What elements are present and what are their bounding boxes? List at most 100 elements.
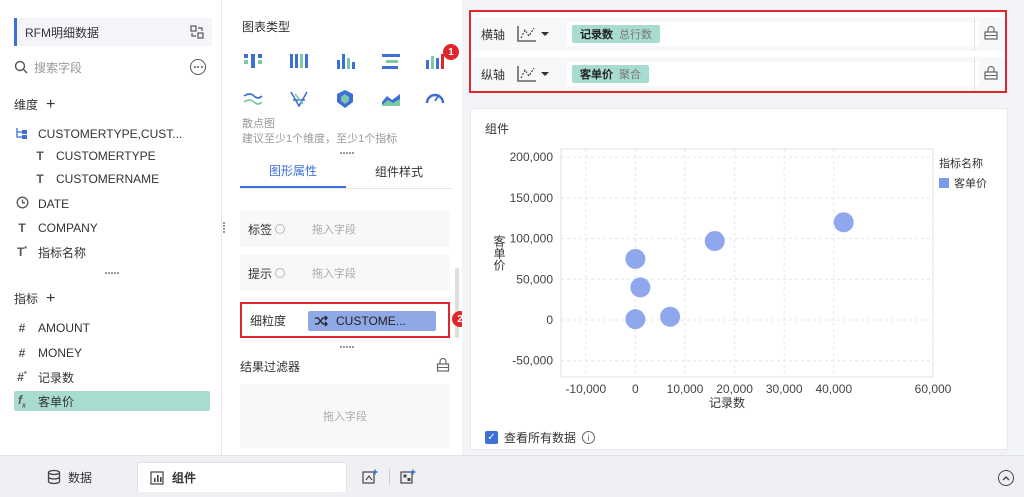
axis-settings-icon[interactable] <box>983 66 999 80</box>
switch-dataset-icon[interactable] <box>190 25 204 39</box>
more-options-icon[interactable] <box>190 59 206 75</box>
field-label: CUSTOMERNAME <box>56 172 160 186</box>
tab-graphic-properties[interactable]: 图形属性 <box>240 155 346 188</box>
field-label: CUSTOMERTYPE <box>56 149 156 163</box>
x-axis-drop-zone[interactable]: 记录数 总行数 <box>567 22 979 46</box>
field-item-amount[interactable]: # AMOUNT <box>14 318 210 338</box>
legend-item-label: 客单价 <box>954 178 987 190</box>
lock-settings-icon[interactable] <box>436 358 450 372</box>
chart-card: 组件 -50,000 0 50,000 100,000 150,000 200,000 -1… <box>470 108 1008 450</box>
field-item-customertype[interactable]: T CUSTOMERTYPE <box>32 146 202 166</box>
field-panel: RFM明细数据 搜索字段 维度 + CUSTOMERTYPE,CUST... T… <box>0 0 222 455</box>
data-point <box>630 277 651 298</box>
line-chart-icon[interactable] <box>242 88 264 110</box>
chevron-down-icon <box>541 32 549 36</box>
granularity-field-pill[interactable]: CUSTOME... <box>308 311 436 331</box>
collapse-panel-icon[interactable] <box>998 470 1014 486</box>
x-axis-title: 记录数 <box>709 395 745 410</box>
label-drop-zone[interactable]: 标签 拖入字段 <box>240 211 450 247</box>
y-axis-label: 纵轴 <box>481 67 506 82</box>
result-filter-title: 结果过滤器 <box>240 360 301 374</box>
granularity-drop-zone[interactable]: 细粒度 CUSTOME... <box>240 302 450 338</box>
x-tick-label: 0 <box>632 382 639 396</box>
chart-type-title: 图表类型 <box>242 20 291 34</box>
bar-chart-icon[interactable] <box>334 50 356 72</box>
y-tick-label: 150,000 <box>510 191 554 205</box>
chart-config-panel: 图表类型 散点图 建议至少1个维度，至少1个指标 图形属性 组件样式 标签 拖入… <box>226 0 460 455</box>
field-label: MONEY <box>38 346 83 360</box>
legend-item[interactable]: 客单价 <box>939 175 987 191</box>
help-icon[interactable] <box>275 224 286 234</box>
tab-component[interactable]: 组件 <box>137 462 347 492</box>
tooltip-drop-zone[interactable]: 提示 拖入字段 <box>240 255 450 291</box>
search-placeholder: 搜索字段 <box>34 60 83 75</box>
dataset-title[interactable]: RFM明细数据 <box>14 18 212 46</box>
x-axis-field-name: 记录数 <box>580 29 613 41</box>
x-axis-field-agg: 总行数 <box>619 29 652 41</box>
x-axis-field-pill[interactable]: 记录数 总行数 <box>572 25 660 43</box>
y-axis-field-name: 客单价 <box>580 69 613 81</box>
formula-type-icon: fx <box>18 392 26 410</box>
y-axis-type-selector[interactable] <box>515 62 561 86</box>
field-item-company[interactable]: T COMPANY <box>14 218 210 238</box>
y-axis-field-pill[interactable]: 客单价 聚合 <box>572 65 649 83</box>
scrollbar[interactable] <box>455 268 459 338</box>
chart-area: 横轴 记录数 总行数 纵轴 客单价 聚合 组件 -50,000 0 50,000… <box>462 0 1024 455</box>
text-type-icon: T <box>36 149 44 163</box>
text-type-icon: T <box>36 172 44 186</box>
field-item-customername[interactable]: T CUSTOMERNAME <box>32 169 202 189</box>
x-tick-label: 40,000 <box>815 382 852 396</box>
help-icon[interactable] <box>275 268 286 278</box>
number-type-icon: # <box>18 321 26 335</box>
stacked-bar-chart-icon[interactable] <box>380 50 402 72</box>
y-tick-label: 200,000 <box>510 150 554 164</box>
field-item-money[interactable]: # MONEY <box>14 343 210 363</box>
gauge-chart-icon[interactable] <box>424 88 446 110</box>
x-axis-type-selector[interactable] <box>515 22 561 46</box>
result-filter-drop-zone[interactable]: 拖入字段 <box>240 384 450 448</box>
y-axis-drop-zone[interactable]: 客单价 聚合 <box>567 62 979 86</box>
field-item-customertype-hierarchy[interactable]: CUSTOMERTYPE,CUST... <box>14 124 210 144</box>
grouped-table-chart-icon[interactable] <box>242 50 264 72</box>
field-item-metric-name[interactable]: T* 指标名称 <box>14 242 210 262</box>
field-label: DATE <box>38 197 70 211</box>
cross-table-chart-icon[interactable] <box>288 50 310 72</box>
metrics-header: 指标 + <box>14 290 55 307</box>
tab-component-style[interactable]: 组件样式 <box>346 155 452 188</box>
hierarchy-icon <box>14 127 30 142</box>
chart-type-name: 散点图 <box>242 118 275 130</box>
tooltip-placeholder: 拖入字段 <box>312 268 356 280</box>
add-component-icon[interactable] <box>362 469 378 485</box>
scatter-plot: -50,000 0 50,000 100,000 150,000 200,000 -10,0… <box>492 148 952 410</box>
legend-title: 指标名称 <box>939 158 983 170</box>
legend-swatch <box>939 178 949 188</box>
data-point <box>625 248 646 269</box>
add-dimension-icon[interactable]: + <box>46 96 55 112</box>
field-item-record-count[interactable]: #* 记录数 <box>14 367 210 387</box>
field-label: CUSTOMERTYPE,CUST... <box>38 127 183 141</box>
tab-data[interactable]: 数据 <box>0 462 136 492</box>
checkbox-checked-icon[interactable]: ✓ <box>485 431 498 444</box>
field-search[interactable]: 搜索字段 <box>14 56 184 78</box>
radar-chart-icon[interactable] <box>288 88 310 110</box>
axis-settings-icon[interactable] <box>983 26 999 40</box>
view-all-data-label: 查看所有数据 <box>504 431 577 445</box>
field-label: 客单价 <box>38 394 75 409</box>
text-star-type-icon: T* <box>16 245 28 259</box>
drag-handle-icon[interactable] <box>105 272 119 276</box>
granularity-prop-name: 细粒度 <box>250 313 287 328</box>
x-tick-label: 20,000 <box>716 382 753 396</box>
field-item-unit-price[interactable]: fx 客单价 <box>14 391 210 411</box>
area-chart-icon[interactable] <box>380 88 402 110</box>
view-all-data-toggle[interactable]: ✓ 查看所有数据 i <box>485 429 596 446</box>
data-point <box>833 212 854 233</box>
map-chart-icon[interactable] <box>334 88 356 110</box>
add-dashboard-icon[interactable] <box>400 469 416 485</box>
drag-handle-icon[interactable] <box>340 346 354 350</box>
info-icon[interactable]: i <box>582 431 596 444</box>
property-tabs: 图形属性 组件样式 <box>240 155 452 189</box>
add-metric-icon[interactable]: + <box>46 290 55 306</box>
field-item-date[interactable]: DATE <box>14 194 210 214</box>
x-tick-label: -10,000 <box>565 382 606 396</box>
bottom-tab-bar: 数据 组件 <box>0 455 1024 497</box>
